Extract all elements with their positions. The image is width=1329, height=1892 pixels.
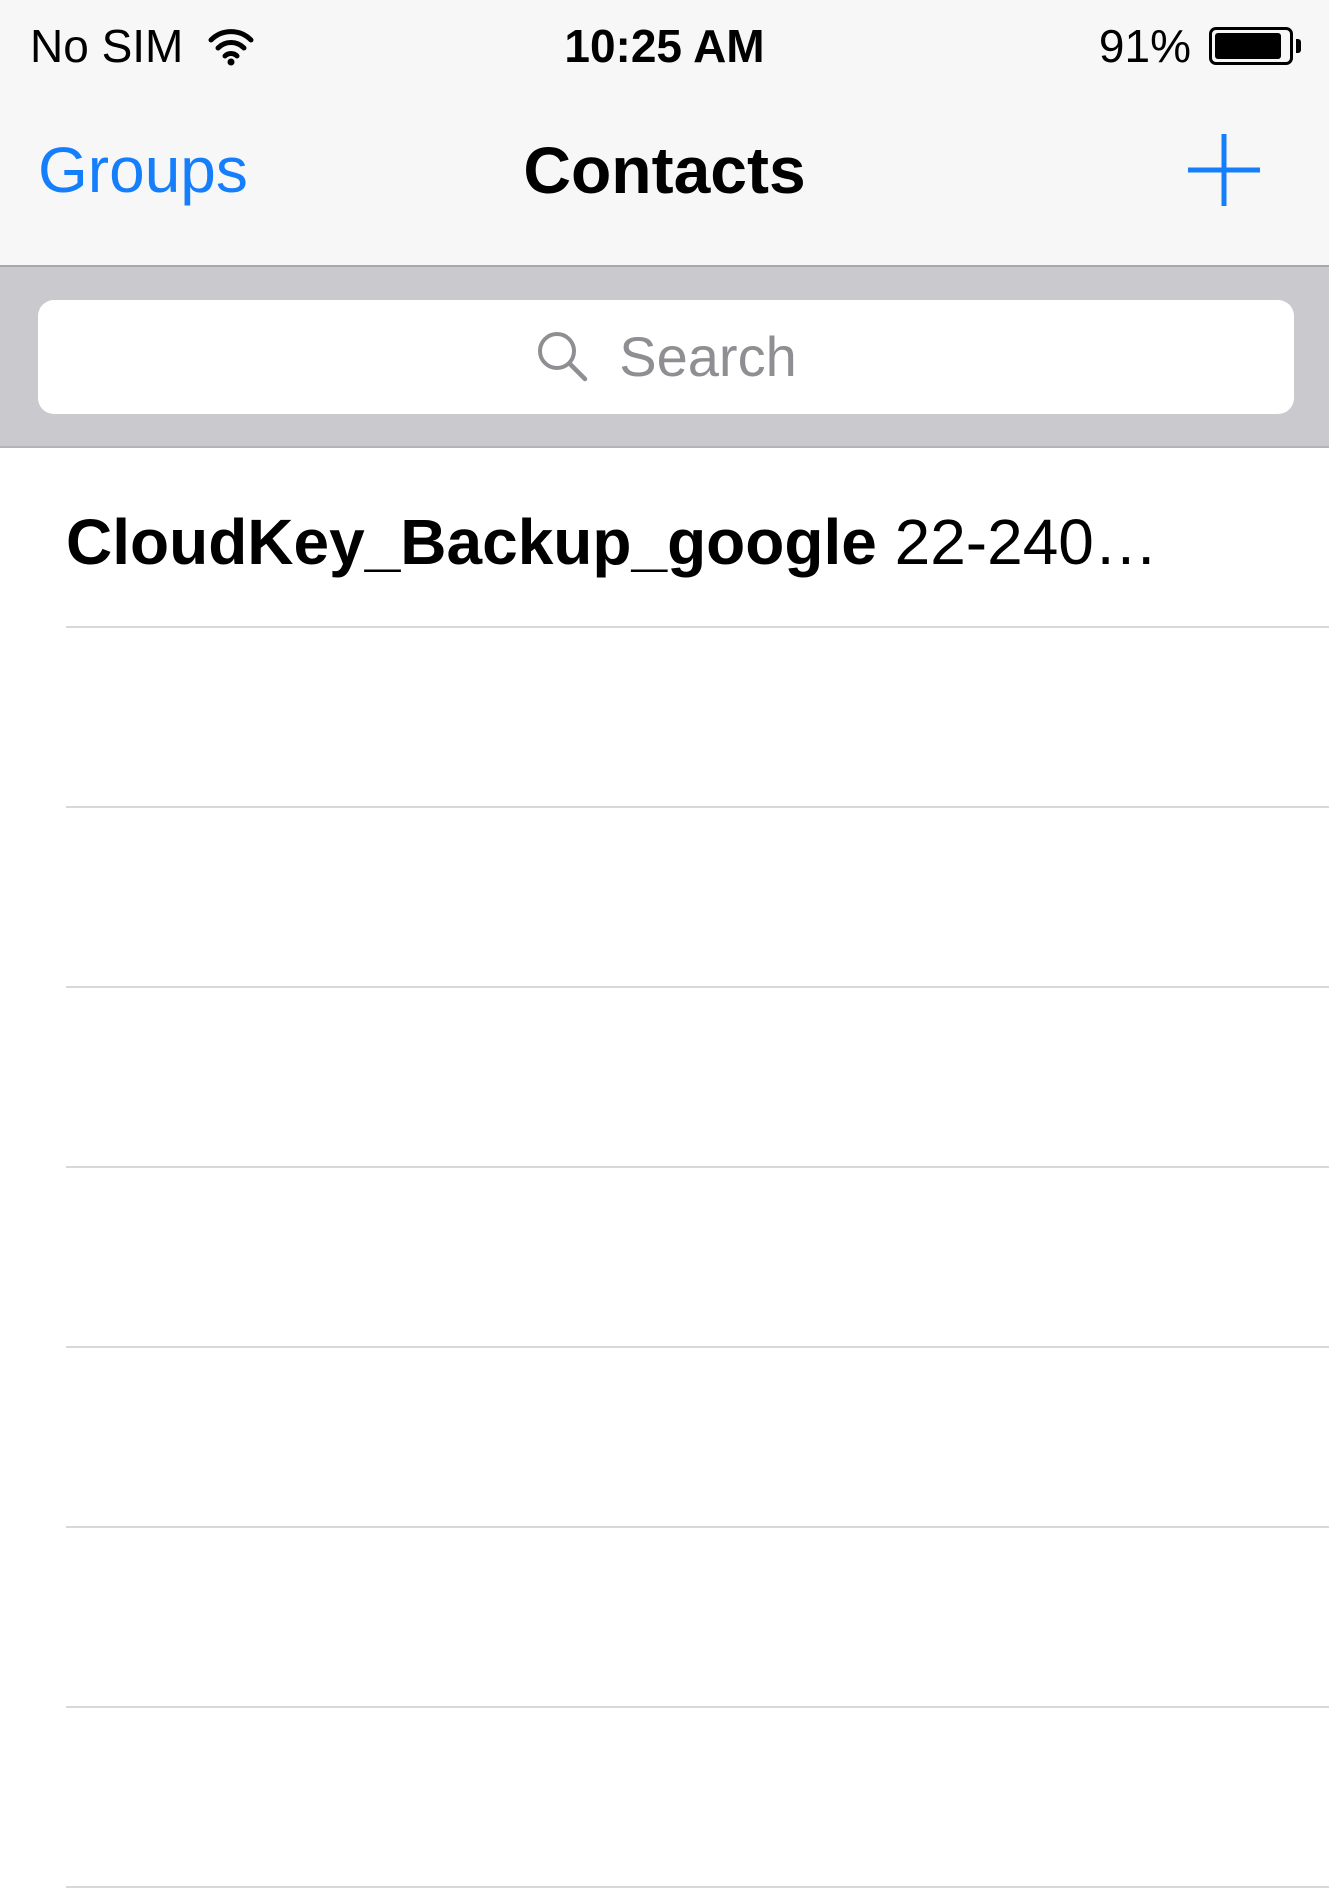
empty-row [0,988,1329,1168]
contact-list: CloudKey_Backup_google 22-240… [0,448,1329,1892]
empty-row [0,628,1329,808]
search-icon [538,332,588,382]
search-placeholder: Search [619,325,797,388]
battery-percent: 91% [1098,20,1191,72]
battery-indicator: 91% [1099,18,1301,74]
battery-tip [1296,39,1301,53]
battery-level-fill [1215,33,1281,59]
status-bar: No SIM 10:25 AM 91% [0,0,1329,90]
search-input[interactable]: Search [38,300,1294,414]
contact-text: CloudKey_Backup_google 22-240… [66,504,1246,580]
top-bar: No SIM 10:25 AM 91% Groups Contacts [0,0,1329,267]
empty-row [0,1348,1329,1528]
page-title: Contacts [523,133,806,207]
empty-row [0,808,1329,988]
empty-row [0,1168,1329,1348]
search-bar: Search [0,267,1329,448]
navigation-bar: Groups Contacts [0,90,1329,265]
contact-name: CloudKey_Backup_google [66,506,877,578]
empty-row [0,1708,1329,1888]
battery-icon [1209,27,1301,65]
battery-body [1209,27,1293,65]
contact-detail: 22-240… [894,506,1158,578]
contacts-screen: No SIM 10:25 AM 91% Groups Contacts Sear… [0,0,1329,1892]
empty-row [0,1528,1329,1708]
contact-row[interactable]: CloudKey_Backup_google 22-240… [0,448,1329,628]
plus-icon[interactable] [1186,132,1262,208]
